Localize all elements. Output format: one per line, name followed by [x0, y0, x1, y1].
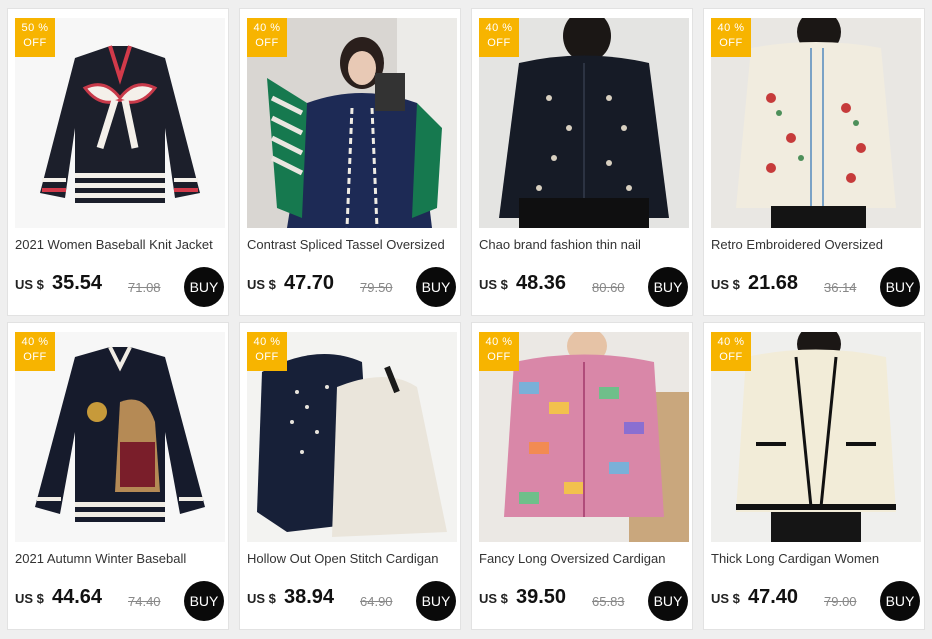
discount-badge: 50 % OFF — [15, 18, 55, 57]
discount-off-label: OFF — [23, 351, 47, 363]
product-card[interactable]: 40 % OFF Contrast Spliced Tassel Oversiz… — [239, 8, 461, 316]
discount-off-label: OFF — [255, 351, 279, 363]
original-price: 80.60 — [592, 280, 625, 295]
discount-off-label: OFF — [487, 351, 511, 363]
original-price: 79.50 — [360, 280, 393, 295]
sale-price: 38.94 — [284, 586, 335, 608]
original-price: 71.08 — [128, 280, 161, 295]
buy-button[interactable]: BUY — [880, 267, 920, 307]
sale-price: 21.68 — [748, 272, 799, 294]
product-card[interactable]: 40 % OFF Hollow Out Open Stitch Cardigan… — [239, 322, 461, 630]
original-price: 36.14 — [824, 280, 857, 295]
currency-label: US $ — [247, 591, 276, 606]
discount-percent: 40 % — [717, 22, 745, 34]
sale-price: 44.64 — [52, 586, 103, 608]
product-title[interactable]: Fancy Long Oversized Cardigan — [479, 551, 691, 566]
currency-label: US $ — [479, 277, 508, 292]
currency-label: US $ — [15, 277, 44, 292]
buy-button[interactable]: BUY — [416, 581, 456, 621]
discount-off-label: OFF — [719, 37, 743, 49]
product-card[interactable]: 40 % OFF Fancy Long Oversized Cardigan U… — [471, 322, 693, 630]
discount-off-label: OFF — [23, 37, 47, 49]
discount-percent: 40 % — [253, 22, 281, 34]
discount-badge: 40 % OFF — [479, 18, 519, 57]
discount-badge: 40 % OFF — [479, 332, 519, 371]
discount-off-label: OFF — [719, 351, 743, 363]
discount-badge: 40 % OFF — [247, 332, 287, 371]
buy-button[interactable]: BUY — [880, 581, 920, 621]
discount-badge: 40 % OFF — [711, 332, 751, 371]
product-title[interactable]: Chao brand fashion thin nail — [479, 237, 691, 252]
buy-button[interactable]: BUY — [184, 267, 224, 307]
original-price: 65.83 — [592, 594, 625, 609]
discount-badge: 40 % OFF — [711, 18, 751, 57]
product-title[interactable]: 2021 Autumn Winter Baseball — [15, 551, 227, 566]
sale-price: 48.36 — [516, 272, 567, 294]
buy-button[interactable]: BUY — [416, 267, 456, 307]
discount-badge: 40 % OFF — [247, 18, 287, 57]
product-card[interactable]: 40 % OFF 2021 Autumn Winter Baseball US … — [7, 322, 229, 630]
original-price: 74.40 — [128, 594, 161, 609]
discount-percent: 50 % — [21, 22, 49, 34]
buy-button[interactable]: BUY — [184, 581, 224, 621]
discount-percent: 40 % — [253, 336, 281, 348]
sale-price: 35.54 — [52, 272, 103, 294]
buy-button[interactable]: BUY — [648, 267, 688, 307]
discount-badge: 40 % OFF — [15, 332, 55, 371]
product-card[interactable]: 40 % OFF Chao brand fashion thin nail US… — [471, 8, 693, 316]
currency-label: US $ — [711, 591, 740, 606]
discount-percent: 40 % — [485, 22, 513, 34]
product-card[interactable]: 40 % OFF Thick Long Cardigan Women US $ … — [703, 322, 925, 630]
original-price: 64.90 — [360, 594, 393, 609]
original-price: 79.00 — [824, 594, 857, 609]
currency-label: US $ — [479, 591, 508, 606]
discount-off-label: OFF — [255, 37, 279, 49]
product-title[interactable]: Contrast Spliced Tassel Oversized — [247, 237, 459, 252]
product-title[interactable]: Retro Embroidered Oversized — [711, 237, 923, 252]
buy-button[interactable]: BUY — [648, 581, 688, 621]
product-card[interactable]: 50 % OFF 2021 Women Baseball Knit Jacket… — [7, 8, 229, 316]
sale-price: 47.70 — [284, 272, 335, 294]
discount-off-label: OFF — [487, 37, 511, 49]
currency-label: US $ — [711, 277, 740, 292]
product-title[interactable]: Hollow Out Open Stitch Cardigan — [247, 551, 459, 566]
product-title[interactable]: 2021 Women Baseball Knit Jacket — [15, 237, 227, 252]
discount-percent: 40 % — [485, 336, 513, 348]
currency-label: US $ — [15, 591, 44, 606]
discount-percent: 40 % — [717, 336, 745, 348]
product-title[interactable]: Thick Long Cardigan Women — [711, 551, 923, 566]
product-card[interactable]: 40 % OFF Retro Embroidered Oversized US … — [703, 8, 925, 316]
sale-price: 47.40 — [748, 586, 799, 608]
currency-label: US $ — [247, 277, 276, 292]
discount-percent: 40 % — [21, 336, 49, 348]
sale-price: 39.50 — [516, 586, 567, 608]
